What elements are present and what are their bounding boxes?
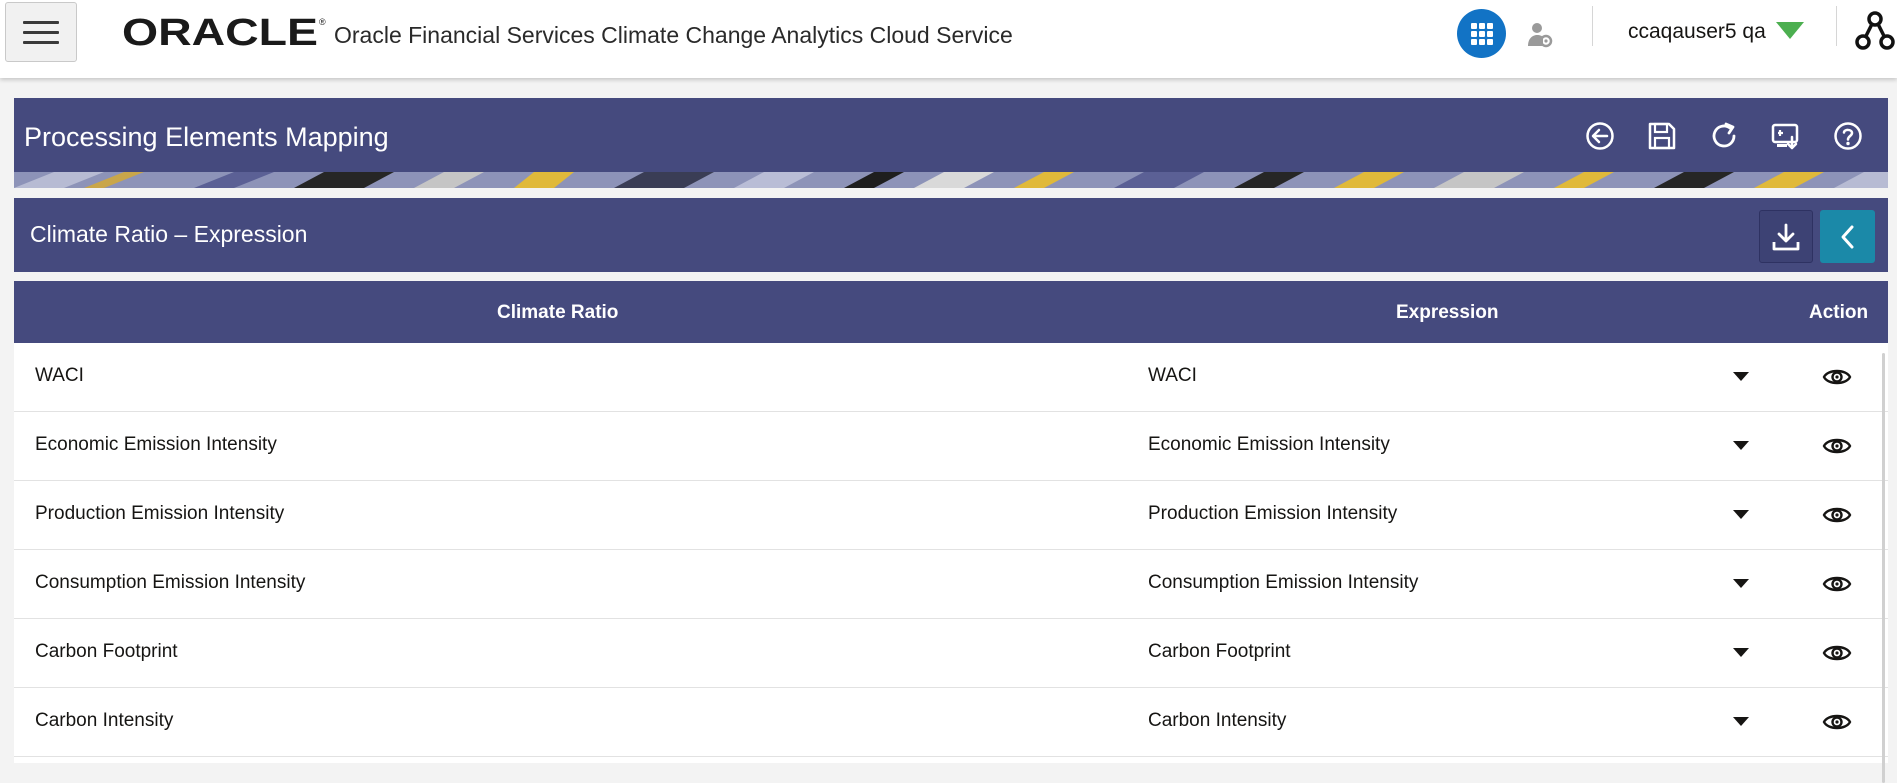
download-button[interactable] [1759,210,1813,263]
hamburger-line [23,20,59,24]
chevron-down-icon[interactable] [1733,441,1749,450]
back-icon[interactable] [1584,120,1616,152]
expression-select[interactable]: Carbon Footprint [1148,641,1291,663]
view-icon[interactable] [1822,569,1852,599]
view-icon[interactable] [1822,500,1852,530]
climate-ratio-cell: Consumption Emission Intensity [35,572,306,593]
chevron-down-icon[interactable] [1776,22,1804,40]
hierarchy-icon[interactable] [1854,10,1896,52]
help-icon[interactable] [1832,120,1864,152]
climate-ratio-cell: Economic Emission Intensity [35,434,277,455]
expression-select[interactable]: Carbon Intensity [1148,710,1286,732]
column-header-climate-ratio: Climate Ratio [497,302,619,323]
toolbar-divider [1592,6,1593,46]
deploy-icon[interactable] [1770,120,1802,152]
decorative-banner [14,172,1888,188]
table-scrollbar[interactable] [1882,353,1885,783]
climate-ratio-cell: Carbon Intensity [35,710,174,731]
view-icon[interactable] [1822,707,1852,737]
expression-select[interactable]: Economic Emission Intensity [1148,434,1390,456]
chevron-down-icon[interactable] [1733,579,1749,588]
section-header: Climate Ratio – Expression [14,198,1888,272]
chevron-down-icon[interactable] [1733,717,1749,726]
hamburger-line [23,40,59,44]
section-title: Climate Ratio – Expression [30,221,308,247]
expression-select[interactable]: Consumption Emission Intensity [1148,572,1418,594]
app-title: Oracle Financial Services Climate Change… [334,22,1013,48]
top-bar: ORACLE ® Oracle Financial Services Clima… [0,0,1897,78]
table-row: Economic Emission Intensity Economic Emi… [14,412,1888,481]
collapse-button[interactable] [1820,210,1875,263]
page-title: Processing Elements Mapping [24,122,389,152]
table-row: Consumption Emission Intensity Consumpti… [14,550,1888,619]
user-settings-icon[interactable] [1525,20,1555,50]
hamburger-menu-button[interactable] [5,2,77,62]
svg-text:®: ® [319,17,326,27]
view-icon[interactable] [1822,362,1852,392]
table-row: Production Emission Intensity Production… [14,481,1888,550]
hamburger-line [23,30,59,34]
refresh-icon[interactable] [1708,120,1740,152]
download-icon [1772,223,1800,250]
climate-ratio-table: Climate Ratio Expression Action WACI WAC… [14,281,1888,783]
save-icon[interactable] [1646,120,1678,152]
oracle-logo: ORACLE ® [122,14,326,50]
chevron-down-icon[interactable] [1733,648,1749,657]
chevron-left-icon [1841,225,1853,248]
grid-icon [1470,22,1493,45]
view-icon[interactable] [1822,431,1852,461]
username[interactable]: ccaqauser5 qa [1628,20,1766,44]
climate-ratio-cell: WACI [35,365,84,386]
apps-grid-button[interactable] [1457,9,1506,58]
climate-ratio-cell: Carbon Footprint [35,641,178,662]
chevron-down-icon[interactable] [1733,372,1749,381]
expression-select[interactable]: Production Emission Intensity [1148,503,1397,525]
chevron-down-icon[interactable] [1733,510,1749,519]
table-row: Carbon Intensity Carbon Intensity [14,688,1888,757]
table-row: WACI WACI [14,343,1888,412]
column-header-action: Action [1809,302,1869,323]
table-body: WACI WACI Economic Emission Intensity Ec… [14,343,1888,757]
table-row: Carbon Footprint Carbon Footprint [14,619,1888,688]
expression-select[interactable]: WACI [1148,365,1197,387]
view-icon[interactable] [1822,638,1852,668]
oracle-logo-text: ORACLE [122,14,318,50]
table-header: Climate Ratio Expression Action [14,281,1888,343]
page-header: Processing Elements Mapping [14,98,1888,188]
toolbar-divider [1836,6,1837,46]
climate-ratio-cell: Production Emission Intensity [35,503,285,524]
column-header-expression: Expression [1396,302,1499,323]
